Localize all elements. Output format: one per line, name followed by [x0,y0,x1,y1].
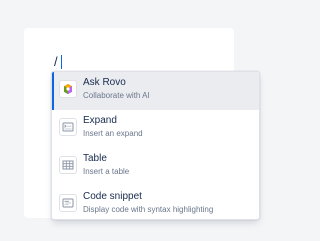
menu-item-description: Insert a table [83,167,130,176]
menu-item-title: Code snippet [83,191,142,202]
menu-item-ask-rovo[interactable]: Ask Rovo Collaborate with AI [52,72,259,110]
slash-command-menu: Ask Rovo Collaborate with AI Expand Inse… [51,71,260,220]
menu-item-title: Ask Rovo [83,77,126,88]
menu-item-title: Table [83,153,107,164]
menu-item-description: Display code with syntax highlighting [83,205,214,214]
text-caret [61,55,62,69]
menu-item-expand[interactable]: Expand Insert an expand [52,110,259,148]
menu-item-title: Expand [83,115,117,126]
menu-item-code-snippet[interactable]: Code snippet Display code with syntax hi… [52,186,259,219]
editor-area[interactable]: / Ask Rovo Collaborate with AI Expand In… [24,28,260,220]
slash-command-text: / [54,54,58,69]
rovo-icon [59,80,77,98]
code-snippet-icon [59,194,77,212]
menu-item-description: Collaborate with AI [83,91,150,100]
page: / Ask Rovo Collaborate with AI Expand In… [0,0,260,241]
table-icon [59,156,77,174]
menu-item-table[interactable]: Table Insert a table [52,148,259,186]
menu-item-description: Insert an expand [83,129,143,138]
expand-icon [59,118,77,136]
